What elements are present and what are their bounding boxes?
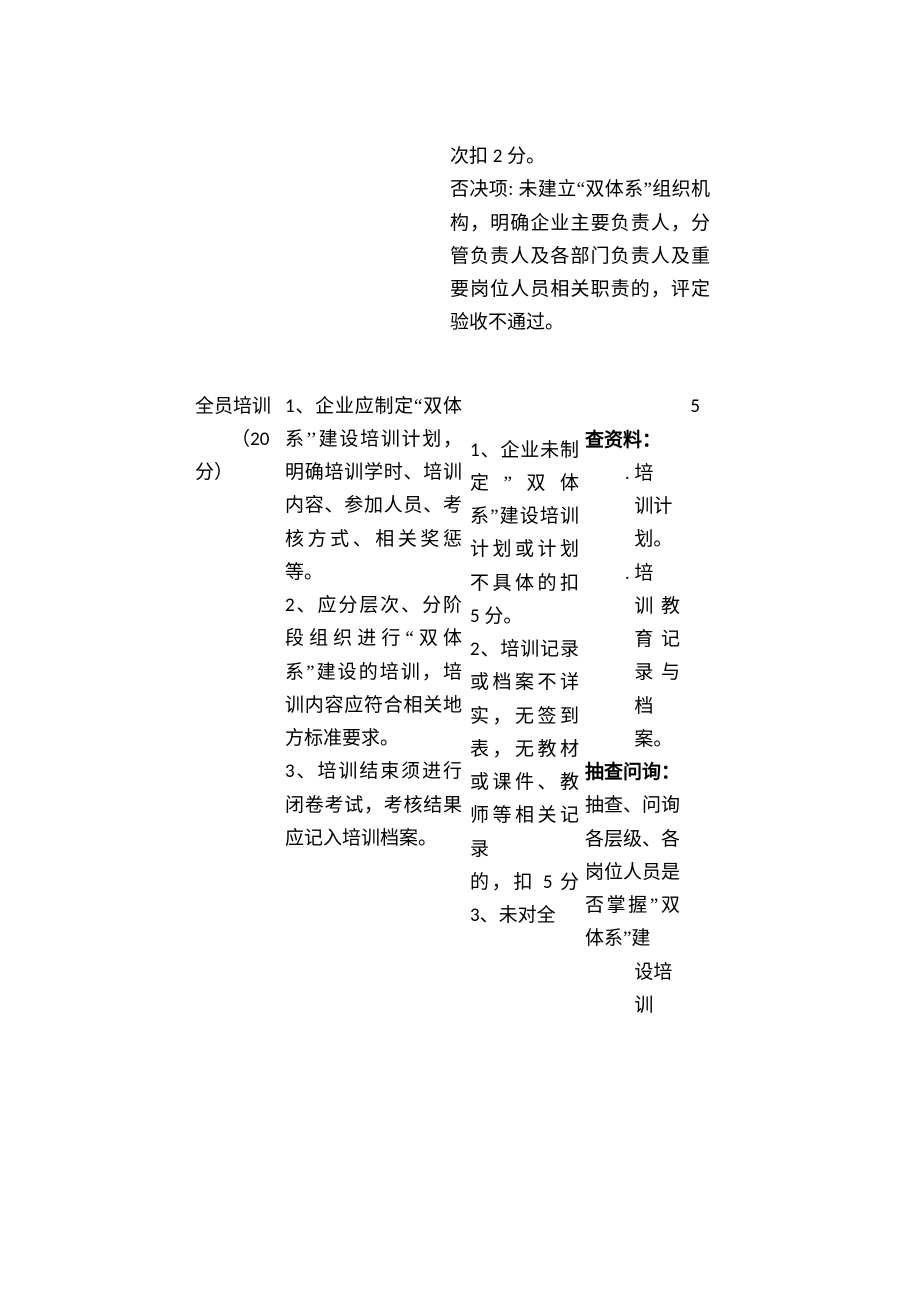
prev-row-tail: 次扣 2 分。 <box>450 140 710 173</box>
deduction-text: 的，扣 <box>470 872 543 893</box>
deduction-2: 2、培训记录或档案不详实，无签到表，无教材或课件、教师等相关记录 <box>470 633 579 866</box>
score-number: 20 <box>250 428 269 451</box>
requirement-3: 3、培训结束须进行闭卷考试，考核结果应记入培训档案。 <box>285 755 462 855</box>
score-number: 2 <box>493 145 503 168</box>
spot-check-heading: 抽查问询： <box>585 756 680 789</box>
list-number: 2 <box>285 594 295 617</box>
deduction-1: 1、企业未制定”双体系”建设培训计划或计划不具体的扣 5 分。 <box>470 434 579 634</box>
deduction-text: 、未对全 <box>480 905 556 926</box>
requirements-cell: 1、企业应制定“双体系’’建设培训计划，明确培训学时、培训内容、参加人员、考核方… <box>285 390 470 1023</box>
list-number: 2 <box>470 638 480 661</box>
paren-open: （ <box>195 423 250 456</box>
deduction-text: 分。 <box>480 606 523 627</box>
text-fragment: 次扣 <box>450 146 493 167</box>
veto-clause: 否决项: 未建立“双体系”组织机构，明确企业主要负责人，分管负责人及各部门负责人… <box>450 173 710 339</box>
document-page: 次扣 2 分。 否决项: 未建立“双体系”组织机构，明确企业主要负责人，分管负责… <box>0 0 920 1022</box>
spot-check-text-cont: 设培训 <box>585 956 680 1023</box>
requirement-text: 、企业应制定“双体系’’建设培训计划，明确培训学时、培训内容、参加人员、考核方式… <box>285 396 462 583</box>
top-continuation-block: 次扣 2 分。 否决项: 未建立“双体系”组织机构，明确企业主要负责人，分管负责… <box>450 140 710 340</box>
self-score-cell: 5 <box>680 390 700 1023</box>
bullet-1-cont: 训计 <box>585 490 680 523</box>
self-score-number: 5 <box>690 395 700 418</box>
bullet-2: . 培 <box>585 557 680 590</box>
list-number: 3 <box>285 760 295 783</box>
item-title: 全员培训 <box>195 390 285 423</box>
check-docs-heading: 查资料： <box>585 424 680 457</box>
spot-check-text: 抽查、问询各层级、各岗位人员是否掌握”双体系”建 <box>585 789 680 955</box>
bullet-1-cont: 划。 <box>585 523 680 556</box>
deduction-3: 的，扣 5 分 3、未对全 <box>470 866 579 933</box>
text-fragment: 分。 <box>502 146 545 167</box>
requirement-text: 、应分层次、分阶段组织进行“双体系”建设的培训，培训内容应符合相关地方标准要求。 <box>285 595 462 749</box>
deduction-text: 、企业未制定”双体系”建设培训计划或计划不具体的扣 <box>470 440 579 594</box>
item-score: （20 <box>195 423 285 456</box>
item-name-cell: 全员培训 （20 分） <box>195 390 285 1023</box>
requirement-1: 1、企业应制定“双体系’’建设培训计划，明确培训学时、培训内容、参加人员、考核方… <box>285 390 462 590</box>
list-number: 1 <box>470 439 480 462</box>
bullet-2-cont: 训 教 育记 录 与档案。 <box>585 590 680 756</box>
bullet-1: . 培 <box>585 457 680 490</box>
deduction-text: 、培训记录或档案不详实，无签到表，无教材或课件、教师等相关记录 <box>470 639 579 860</box>
requirement-text: 、培训结束须进行闭卷考试，考核结果应记入培训档案。 <box>285 761 462 849</box>
list-number: 3 <box>470 904 480 927</box>
list-number: 1 <box>285 395 295 418</box>
training-row: 全员培训 （20 分） 1、企业应制定“双体系’’建设培训计划，明确培训学时、培… <box>195 390 725 1023</box>
deductions-cell: 1、企业未制定”双体系”建设培训计划或计划不具体的扣 5 分。 2、培训记录或档… <box>470 390 585 1023</box>
requirement-2: 2、应分层次、分阶段组织进行“双体系”建设的培训，培训内容应符合相关地方标准要求… <box>285 589 462 755</box>
score-unit: 分） <box>195 456 285 489</box>
evidence-cell: 查资料： . 培 训计 划。 . 培 训 教 育记 录 与档案。 抽查问询： 抽… <box>585 390 680 1023</box>
deduction-text: 分 <box>552 872 579 893</box>
score-number: 5 <box>470 605 480 628</box>
